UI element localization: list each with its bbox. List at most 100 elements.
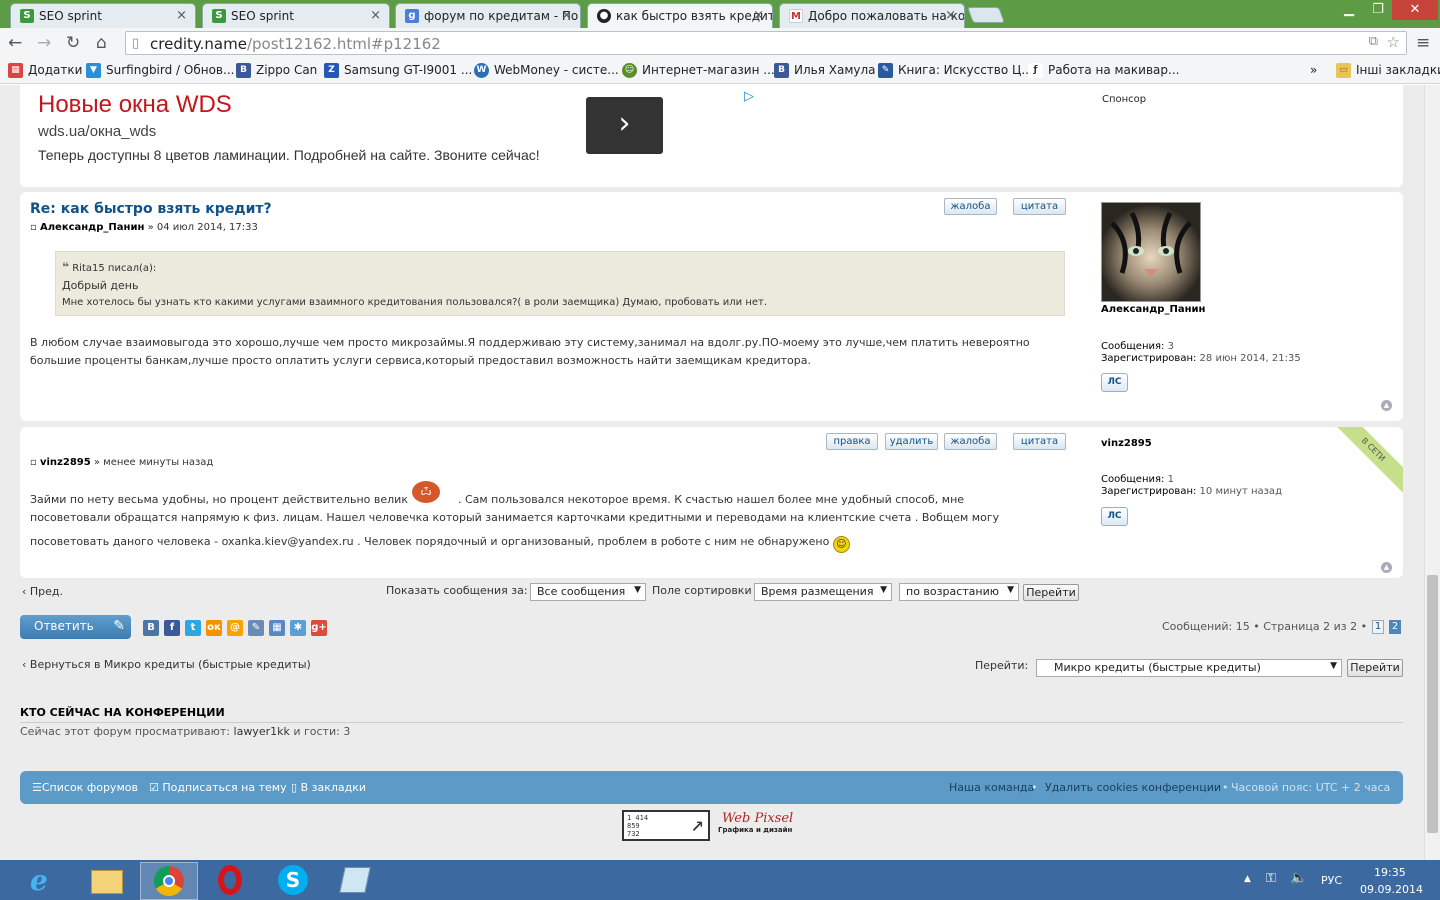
sort-go-button[interactable]: Перейти bbox=[1023, 584, 1079, 601]
vk-share-icon[interactable]: В bbox=[143, 620, 159, 636]
bookmark-link[interactable]: ▯ В закладки bbox=[291, 781, 366, 794]
post-title[interactable]: Re: как быстро взять кредит? bbox=[30, 201, 272, 217]
back-arrow-icon[interactable]: ← bbox=[8, 33, 22, 53]
bookmark-webmoney[interactable]: W WebMoney - систе... bbox=[474, 63, 619, 78]
forward-arrow-icon[interactable]: → bbox=[37, 33, 51, 53]
facebook-share-icon[interactable]: f bbox=[164, 620, 180, 636]
surfingbird-icon: ▼ bbox=[86, 63, 101, 78]
liveinternet-counter[interactable]: 1 414 859 732 ↗ bbox=[622, 810, 710, 841]
opera-icon[interactable] bbox=[202, 862, 260, 900]
webpixel-logo[interactable]: Web Pixsel Графика и дизайн bbox=[718, 811, 798, 841]
reload-icon[interactable]: ↻ bbox=[66, 33, 80, 53]
close-icon[interactable]: × bbox=[561, 8, 572, 23]
ad-url[interactable]: wds.ua/окна_wds bbox=[38, 123, 156, 140]
minimize-icon[interactable]: ▁ bbox=[1334, 0, 1364, 20]
bookmark-other[interactable]: ▭ Інші закладки bbox=[1336, 63, 1440, 78]
bookmark-surfingbird[interactable]: ▼ Surfingbird / Обнов... bbox=[86, 63, 234, 78]
profile-name[interactable]: vinz2895 bbox=[1101, 438, 1152, 450]
subscribe-link[interactable]: ☑ Подписаться на тему bbox=[149, 781, 287, 794]
livejournal-share-icon[interactable]: ✎ bbox=[248, 620, 264, 636]
bookmark-makivar[interactable]: ƒ Работа на макивар... bbox=[1028, 63, 1179, 78]
page-1-link[interactable]: 1 bbox=[1372, 620, 1384, 634]
private-message-button[interactable]: ЛС bbox=[1101, 373, 1128, 392]
ad-title[interactable]: Новые окна WDS bbox=[38, 91, 232, 119]
delete-button[interactable]: удалить bbox=[885, 433, 938, 450]
site-icon: ● bbox=[597, 9, 611, 23]
quote-button[interactable]: цитата bbox=[1013, 198, 1066, 215]
bookmark-book[interactable]: ✎ Книга: Искусство Ц... bbox=[878, 63, 1033, 78]
scrollbar-thumb[interactable] bbox=[1427, 575, 1438, 833]
dropdown-arrow-icon: ▼ bbox=[1007, 585, 1014, 595]
close-icon[interactable]: × bbox=[176, 8, 187, 23]
prev-link[interactable]: ‹ Пред. bbox=[22, 585, 63, 598]
show-posts-select[interactable]: Все сообщения ▼ bbox=[530, 583, 646, 601]
sort-field-select[interactable]: Время размещения ▼ bbox=[754, 583, 892, 601]
bookmark-apps[interactable]: ▦ Додатки bbox=[8, 63, 82, 78]
moimir-share-icon[interactable]: ✱ bbox=[290, 620, 306, 636]
close-icon[interactable]: × bbox=[753, 8, 764, 23]
back-to-top-icon[interactable]: ▲ bbox=[1381, 562, 1392, 573]
network-icon[interactable]: ⚿ bbox=[1266, 871, 1276, 886]
twitter-share-icon[interactable]: t bbox=[185, 620, 201, 636]
bookmark-samsung[interactable]: Z Samsung GT-I9001 ... bbox=[324, 63, 472, 78]
googleplus-share-icon[interactable]: g+ bbox=[311, 620, 327, 636]
post-author[interactable]: Александр_Панин bbox=[40, 222, 144, 233]
jump-go-button[interactable]: Перейти bbox=[1347, 659, 1403, 677]
notepad-icon[interactable] bbox=[326, 862, 384, 900]
restore-icon[interactable]: ❐ bbox=[1364, 0, 1392, 20]
avatar[interactable] bbox=[1101, 202, 1201, 302]
bookmark-khamula[interactable]: В Илья Хамула bbox=[774, 63, 876, 78]
translate-icon[interactable]: ⧉ bbox=[1369, 34, 1378, 49]
online-user-link[interactable]: lawyer1kk bbox=[234, 725, 290, 738]
profile-name[interactable]: Александр_Панин bbox=[1101, 304, 1205, 316]
post-author[interactable]: vinz2895 bbox=[40, 457, 91, 468]
edit-button[interactable]: правка bbox=[826, 433, 878, 450]
divider bbox=[20, 722, 1403, 723]
ad-arrow-button[interactable]: › bbox=[586, 97, 663, 154]
new-tab-button[interactable] bbox=[967, 7, 1005, 23]
skype-icon[interactable]: S bbox=[264, 862, 322, 900]
tab-google-search[interactable]: g форум по кредитам - По × bbox=[395, 3, 581, 28]
delete-cookies-link[interactable]: Удалить cookies конференции bbox=[1045, 781, 1221, 794]
seosprint-icon: S bbox=[20, 9, 34, 23]
tab-active-page[interactable]: ● как быстро взять кредит × bbox=[587, 3, 773, 28]
page-scrollbar[interactable] bbox=[1424, 85, 1440, 860]
clock-date[interactable]: 09.09.2014 bbox=[1360, 883, 1423, 896]
bookmark-share-icon[interactable]: ▦ bbox=[269, 620, 285, 636]
tab-seo-sprint-2[interactable]: S SEO sprint × bbox=[202, 3, 390, 28]
window-close-icon[interactable]: ✕ bbox=[1392, 0, 1438, 20]
report-button[interactable]: жалоба bbox=[944, 198, 997, 215]
forum-list-link[interactable]: ☰Список форумов bbox=[32, 781, 138, 794]
private-message-button[interactable]: ЛС bbox=[1101, 507, 1128, 526]
close-icon[interactable]: × bbox=[370, 8, 381, 23]
star-icon[interactable]: ☆ bbox=[1387, 33, 1400, 51]
reply-button[interactable]: Ответить ✎ bbox=[20, 615, 131, 639]
report-button[interactable]: жалоба bbox=[944, 433, 997, 450]
clock-time[interactable]: 19:35 bbox=[1374, 866, 1406, 879]
home-icon[interactable]: ⌂ bbox=[96, 33, 107, 53]
jump-forum-select[interactable]: Микро кредиты (быстрые кредиты) ▼ bbox=[1036, 659, 1342, 677]
language-indicator[interactable]: РУС bbox=[1321, 874, 1342, 887]
volume-icon[interactable]: 🔈 bbox=[1290, 870, 1307, 886]
team-link[interactable]: Наша команда bbox=[949, 781, 1034, 794]
address-bar[interactable]: ▯ credity.name/post12162.html#p12162 ⧉ ☆ bbox=[125, 31, 1407, 55]
chrome-taskbar-icon[interactable] bbox=[140, 862, 198, 900]
back-to-top-icon[interactable]: ▲ bbox=[1381, 400, 1392, 411]
close-icon[interactable]: × bbox=[945, 8, 956, 23]
file-explorer-icon[interactable] bbox=[78, 862, 136, 900]
bookmark-zippo[interactable]: B Zippo Can bbox=[236, 63, 317, 78]
tab-seo-sprint-1[interactable]: S SEO sprint × bbox=[10, 3, 196, 28]
mailru-share-icon[interactable]: @ bbox=[227, 620, 243, 636]
menu-icon[interactable]: ≡ bbox=[1416, 33, 1430, 53]
tab-gmail[interactable]: M Добро пожаловать на ко × bbox=[779, 3, 965, 28]
back-to-forum-link[interactable]: ‹ Вернуться в Микро кредиты (быстрые кре… bbox=[22, 658, 311, 671]
tray-expand-icon[interactable]: ▲ bbox=[1244, 874, 1251, 884]
adchoices-icon[interactable]: ▷ bbox=[744, 89, 754, 104]
bookmark-shop[interactable]: ☺ Интернет-магазин ... bbox=[622, 63, 775, 78]
sort-order-select[interactable]: по возрастанию ▼ bbox=[899, 583, 1019, 601]
internet-explorer-icon[interactable]: e bbox=[16, 862, 74, 900]
dropdown-arrow-icon: ▼ bbox=[1330, 661, 1337, 671]
odnoklassniki-share-icon[interactable]: ок bbox=[206, 620, 222, 636]
bookmarks-more[interactable]: » bbox=[1296, 63, 1317, 77]
quote-button[interactable]: цитата bbox=[1013, 433, 1066, 450]
